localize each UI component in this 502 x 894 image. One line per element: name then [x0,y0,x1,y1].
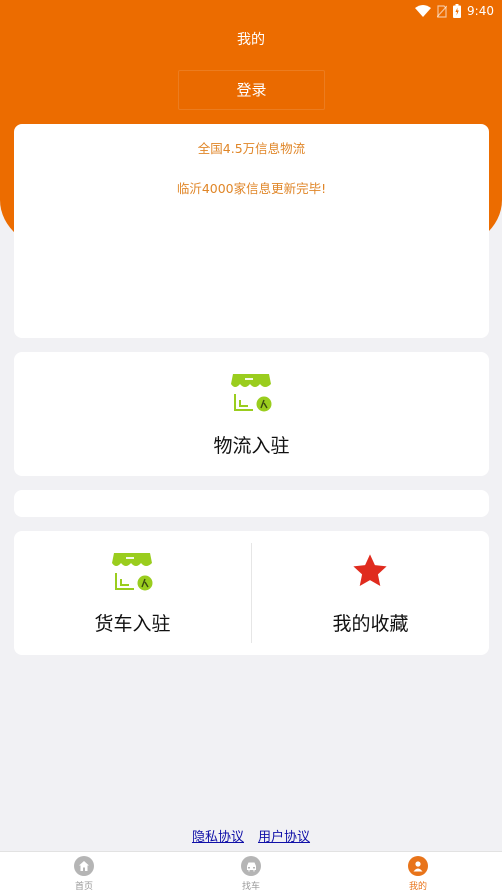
user-agreement-link[interactable]: 用户协议 [258,830,310,845]
clock: 9:40 [467,4,494,18]
favorites-feature[interactable]: 我的收藏 [252,531,489,655]
notice-card: 全国4.5万信息物流 临沂4000家信息更新完毕! [14,124,489,338]
home-icon [74,856,94,876]
truck-join-label: 货车入驻 [94,613,171,635]
status-bar: 9:40 [0,0,502,22]
tab-home-label: 首页 [74,882,93,892]
footer-links: 隐私协议 用户协议 [0,826,502,845]
login-button[interactable]: 登录 [178,70,325,110]
tab-bar: 首页 找车 我的 [0,851,502,894]
logistics-join-feature[interactable]: 物流入驻 [14,352,489,476]
shop-join-icon [231,374,272,412]
logistics-join-card[interactable]: 物流入驻 [14,352,489,476]
star-icon [353,554,387,587]
notice-line-2: 临沂4000家信息更新完毕! [176,181,327,196]
feature-pair-card: 货车入驻 我的收藏 [14,531,489,655]
tab-mine-label: 我的 [408,882,427,892]
notice-line-1: 全国4.5万信息物流 [197,141,306,156]
privacy-link[interactable]: 隐私协议 [192,830,244,845]
user-icon [408,856,428,876]
logistics-join-label: 物流入驻 [213,435,290,457]
page-title: 我的 [237,32,265,48]
tab-home[interactable]: 首页 [54,856,114,892]
favorites-label: 我的收藏 [332,613,409,635]
car-icon [241,856,261,876]
no-sim-icon [437,4,448,18]
blank-card [14,490,489,517]
tab-find-car-label: 找车 [241,882,260,892]
truck-join-feature[interactable]: 货车入驻 [14,531,251,655]
wifi-icon [415,5,432,17]
battery-icon [453,4,462,18]
shop-join-icon [112,553,153,591]
tab-mine[interactable]: 我的 [388,856,448,892]
tab-find-car[interactable]: 找车 [221,856,281,892]
